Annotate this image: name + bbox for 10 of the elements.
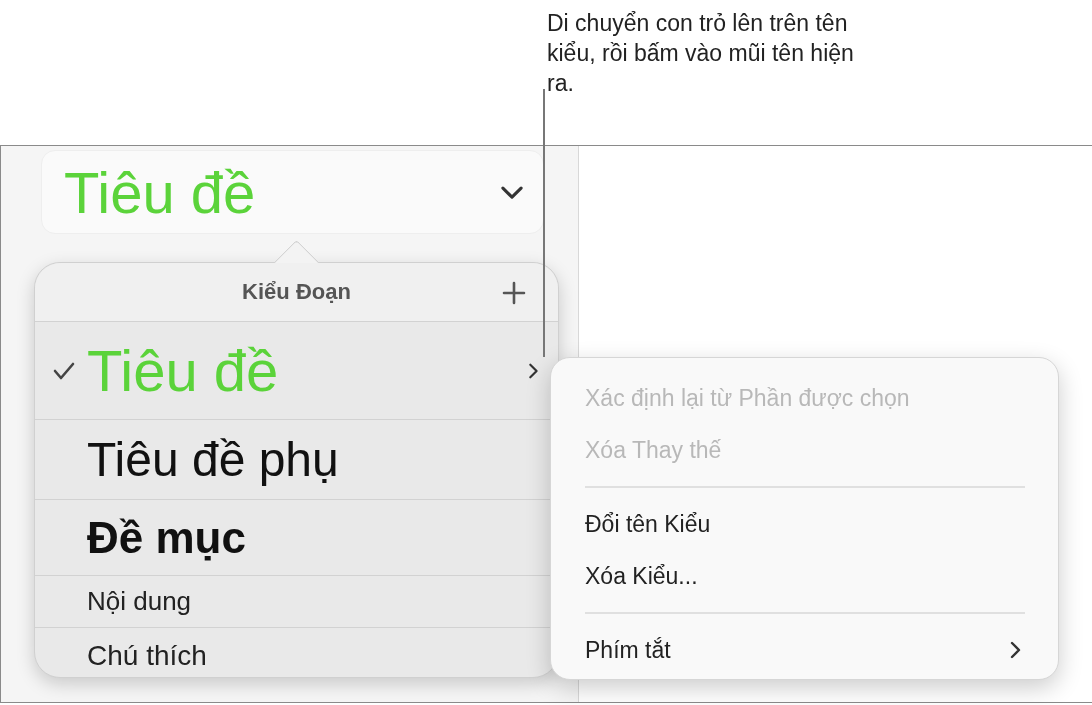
- menu-item[interactable]: Đổi tên Kiểu: [585, 498, 1025, 550]
- callout-text: Di chuyển con trỏ lên trên tên kiểu, rồi bấm vào mũi tên hiện ra.: [547, 9, 855, 98]
- style-list-item[interactable]: Tiêu đề phụ: [87, 432, 542, 487]
- menu-item[interactable]: Phím tắt: [585, 624, 1025, 676]
- popover-title: Kiểu Đoạn: [242, 279, 351, 305]
- style-list-item[interactable]: Nội dung: [87, 586, 542, 617]
- style-list-item[interactable]: Đề mục: [87, 512, 542, 563]
- menu-item[interactable]: Xóa Kiểu...: [585, 550, 1025, 602]
- style-list-item[interactable]: Chú thích: [87, 640, 542, 672]
- add-icon[interactable]: [502, 281, 526, 305]
